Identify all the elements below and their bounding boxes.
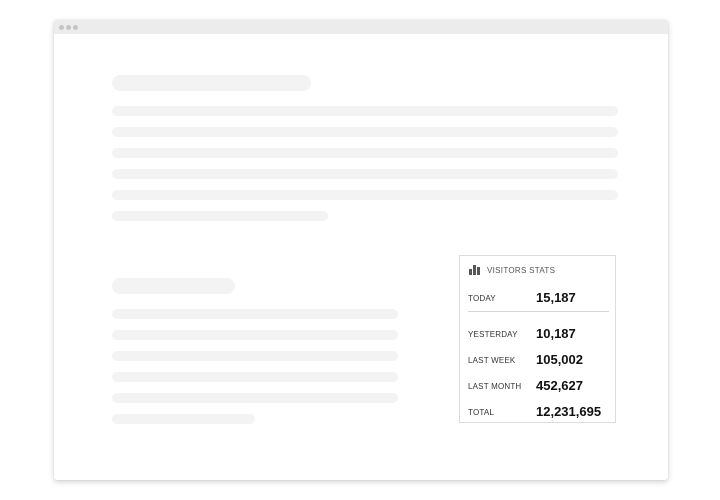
placeholder-line	[112, 351, 398, 361]
stat-value: 10,187	[536, 326, 576, 341]
stat-value: 452,627	[536, 378, 583, 393]
stat-value: 15,187	[536, 290, 576, 305]
placeholder-heading	[112, 75, 311, 91]
browser-window: VISITORS STATS TODAY 15,187 YESTERDAY 10…	[54, 20, 668, 480]
stat-label: TOTAL	[468, 408, 495, 417]
placeholder-line	[112, 211, 328, 221]
placeholder-line	[112, 106, 618, 116]
stat-label: YESTERDAY	[468, 330, 518, 339]
placeholder-line	[112, 148, 618, 158]
stat-value: 12,231,695	[536, 404, 602, 419]
placeholder-line	[112, 190, 618, 200]
window-titlebar	[54, 20, 668, 34]
stat-row-last-month: LAST MONTH 452,627	[468, 375, 609, 393]
stat-label: TODAY	[468, 294, 496, 303]
placeholder-line	[112, 414, 255, 424]
widget-header: VISITORS STATS	[469, 264, 555, 276]
placeholder-line	[112, 127, 618, 137]
placeholder-line	[112, 169, 618, 179]
placeholder-line	[112, 372, 398, 382]
bar-chart-icon	[469, 265, 481, 275]
stat-row-today: TODAY 15,187	[468, 287, 609, 305]
widget-title: VISITORS STATS	[487, 265, 556, 275]
placeholder-line	[112, 393, 398, 403]
stat-label: LAST MONTH	[468, 382, 522, 391]
stat-value: 105,002	[536, 352, 583, 367]
stat-row-yesterday: YESTERDAY 10,187	[468, 323, 609, 341]
visitors-stats-widget: VISITORS STATS TODAY 15,187 YESTERDAY 10…	[459, 255, 616, 423]
stat-row-last-week: LAST WEEK 105,002	[468, 349, 609, 367]
window-minimize-dot[interactable]	[66, 25, 71, 30]
stat-row-total: TOTAL 12,231,695	[468, 401, 609, 419]
widget-divider	[468, 311, 609, 312]
window-maximize-dot[interactable]	[73, 25, 78, 30]
placeholder-line	[112, 330, 398, 340]
stat-label: LAST WEEK	[468, 356, 516, 365]
placeholder-line	[112, 309, 398, 319]
placeholder-heading	[112, 278, 235, 294]
window-close-dot[interactable]	[59, 25, 64, 30]
